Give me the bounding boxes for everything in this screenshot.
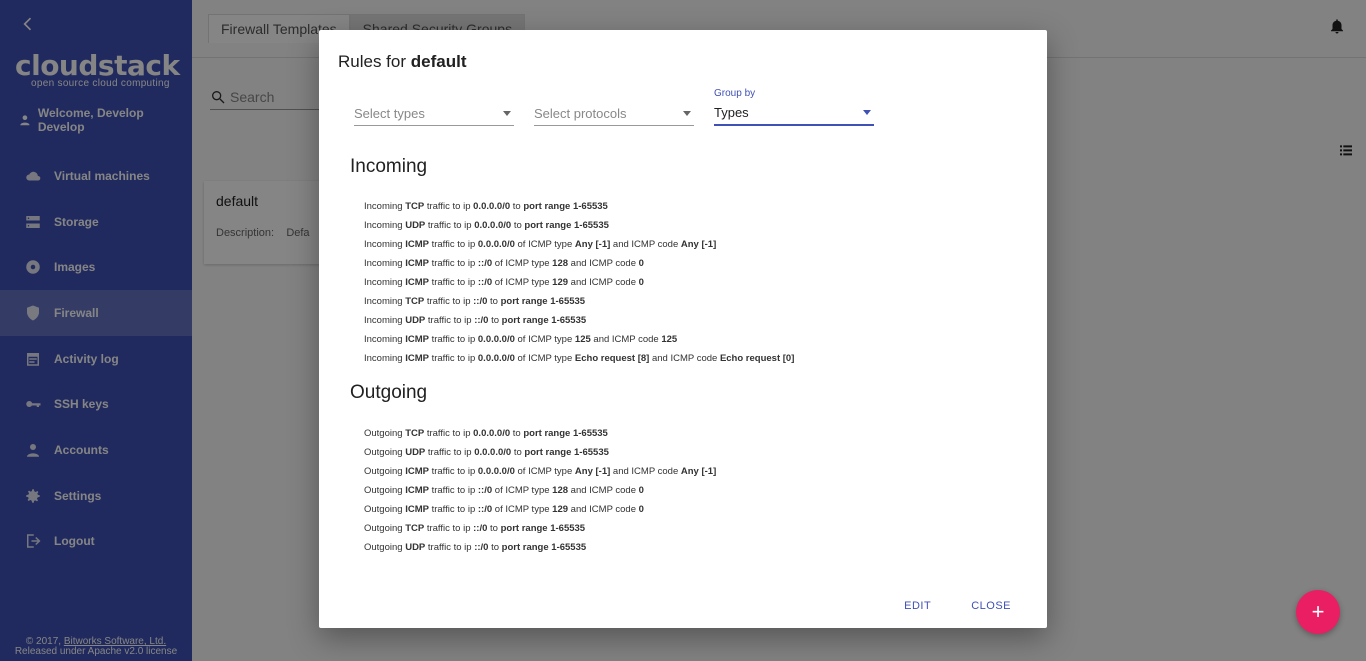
filters: Select types Select protocols Group by T… [354,88,874,126]
rule-row: Outgoing UDP traffic to ip 0.0.0.0/0 to … [364,447,609,458]
rule-row: Outgoing UDP traffic to ip ::/0 to port … [364,542,587,553]
caret-down-icon [503,110,511,116]
rule-row: Incoming ICMP traffic to ip ::/0 of ICMP… [364,277,644,288]
rule-row: Outgoing TCP traffic to ip 0.0.0.0/0 to … [364,428,608,439]
rule-row: Incoming TCP traffic to ip 0.0.0.0/0 to … [364,201,608,212]
rule-row: Incoming ICMP traffic to ip 0.0.0.0/0 of… [364,353,795,364]
dialog-title: Rules for default [338,52,467,71]
add-button[interactable]: + [1296,590,1340,634]
rule-row: Outgoing ICMP traffic to ip 0.0.0.0/0 of… [364,466,717,477]
group-by-value: Types [714,105,749,120]
select-types[interactable]: Select types [354,88,514,126]
rule-row: Outgoing ICMP traffic to ip ::/0 of ICMP… [364,504,644,515]
select-group-by[interactable]: Group by Types [714,88,874,126]
dialog-actions: EDIT CLOSE [904,600,1011,612]
select-protocols[interactable]: Select protocols [534,88,694,126]
group-by-label: Group by [714,88,756,99]
rule-row: Outgoing TCP traffic to ip ::/0 to port … [364,523,586,534]
incoming-rules: Incoming TCP traffic to ip 0.0.0.0/0 to … [364,197,794,368]
close-button[interactable]: CLOSE [971,600,1011,612]
rule-row: Incoming ICMP traffic to ip 0.0.0.0/0 of… [364,334,678,345]
dialog-title-name: default [410,52,467,71]
rule-row: Incoming UDP traffic to ip ::/0 to port … [364,315,587,326]
rule-row: Incoming TCP traffic to ip ::/0 to port … [364,296,586,307]
outgoing-title: Outgoing [350,382,428,403]
rule-row: Incoming ICMP traffic to ip 0.0.0.0/0 of… [364,239,717,250]
select-types-placeholder: Select types [354,105,425,121]
select-protocols-placeholder: Select protocols [534,105,627,121]
edit-button[interactable]: EDIT [904,600,931,612]
caret-down-icon [683,110,691,116]
outgoing-rules: Outgoing TCP traffic to ip 0.0.0.0/0 to … [364,424,716,557]
rules-dialog: Rules for default Select types Select pr… [319,30,1047,628]
rule-row: Outgoing ICMP traffic to ip ::/0 of ICMP… [364,485,644,496]
rule-row: Incoming ICMP traffic to ip ::/0 of ICMP… [364,258,644,269]
caret-down-icon [863,110,871,115]
incoming-title: Incoming [350,156,428,177]
rule-row: Incoming UDP traffic to ip 0.0.0.0/0 to … [364,220,609,231]
